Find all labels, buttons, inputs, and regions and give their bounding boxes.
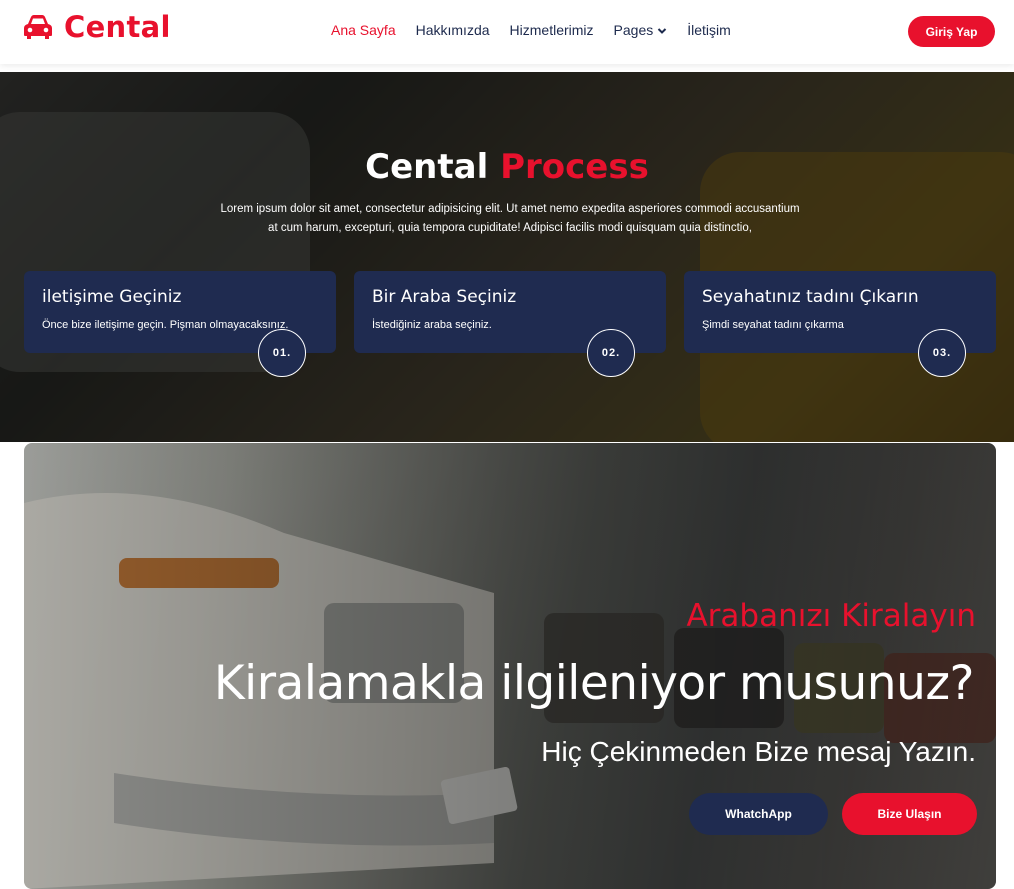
process-title-accent: Process bbox=[500, 147, 649, 187]
process-description-line-1: Lorem ipsum dolor sit amet, consectetur … bbox=[220, 203, 800, 215]
banner-subtitle: Arabanızı Kiralayın bbox=[686, 598, 976, 634]
navbar: Cental Ana Sayfa Hakkımızda Hizmetlerimi… bbox=[0, 0, 1014, 64]
nav-link-pages[interactable]: Pages bbox=[614, 22, 668, 38]
step-number-badge: 02. bbox=[587, 329, 635, 377]
brand-name: Cental bbox=[64, 10, 171, 44]
step-text: İstediğiniz araba seçiniz. bbox=[372, 319, 492, 331]
step-title: Bir Araba Seçiniz bbox=[372, 287, 517, 307]
rental-banner: Arabanızı Kiralayın Kiralamakla ilgileni… bbox=[24, 443, 996, 889]
nav-link-pages-label: Pages bbox=[613, 22, 654, 38]
step-title: iletişime Geçiniz bbox=[42, 287, 182, 307]
banner-title: Kiralamakla ilgileniyor musunuz? bbox=[213, 656, 975, 711]
process-description: Lorem ipsum dolor sit amet, consectetur … bbox=[210, 200, 810, 238]
contact-button[interactable]: Bize Ulaşın bbox=[842, 793, 977, 835]
step-text: Önce bize iletişime geçin. Pişman olmaya… bbox=[42, 319, 289, 331]
nav-link-about[interactable]: Hakkımızda bbox=[416, 22, 490, 38]
process-step-1: iletişime Geçiniz Önce bize iletişime ge… bbox=[24, 271, 336, 377]
process-overlay bbox=[0, 72, 1014, 442]
login-button[interactable]: Giriş Yap bbox=[908, 16, 995, 47]
nav-link-services[interactable]: Hizmetlerimiz bbox=[510, 22, 594, 38]
process-title: Cental Process bbox=[0, 147, 1014, 187]
banner-text: Hiç Çekinmeden Bize mesaj Yazın. bbox=[541, 736, 976, 767]
process-section: Cental Process Lorem ipsum dolor sit ame… bbox=[0, 72, 1014, 442]
brand-logo[interactable]: Cental bbox=[22, 10, 171, 44]
nav-link-contact[interactable]: İletişim bbox=[687, 22, 731, 38]
process-description-line-2: at cum harum, excepturi, quia tempora cu… bbox=[268, 222, 752, 234]
step-number-badge: 01. bbox=[258, 329, 306, 377]
nav-link-home[interactable]: Ana Sayfa bbox=[331, 22, 396, 38]
process-title-main: Cental bbox=[365, 147, 489, 187]
chevron-down-icon bbox=[658, 28, 667, 35]
step-number-badge: 03. bbox=[918, 329, 966, 377]
step-title: Seyahatınız tadını Çıkarın bbox=[702, 287, 919, 307]
process-step-3: Seyahatınız tadını Çıkarın Şimdi seyahat… bbox=[684, 271, 996, 377]
step-text: Şimdi seyahat tadını çıkarma bbox=[702, 319, 844, 331]
process-step-2: Bir Araba Seçiniz İstediğiniz araba seçi… bbox=[354, 271, 666, 377]
car-icon bbox=[24, 15, 52, 39]
whatsapp-button[interactable]: WhatchApp bbox=[689, 793, 828, 835]
nav-menu: Ana Sayfa Hakkımızda Hizmetlerimiz Pages… bbox=[331, 22, 731, 38]
